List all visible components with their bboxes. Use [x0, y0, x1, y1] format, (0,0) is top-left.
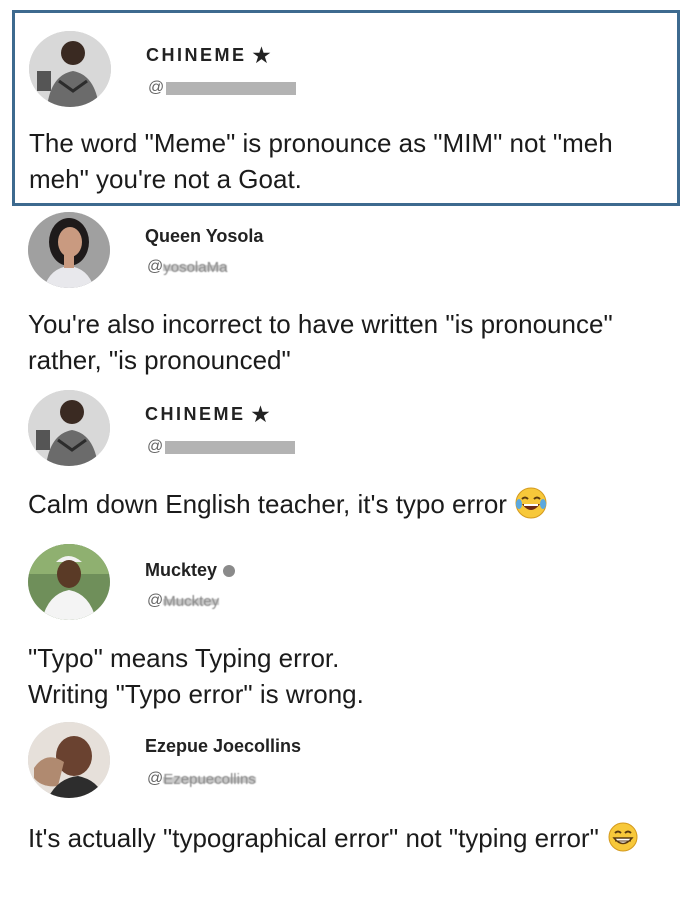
- user-handle[interactable]: @ Ezepuecollins: [147, 770, 256, 788]
- man-white-cap-avatar-icon[interactable]: [28, 544, 110, 620]
- online-status-icon: [223, 564, 236, 577]
- star-icon: ★: [251, 404, 270, 426]
- redacted-handle: Ezepuecollins: [163, 770, 256, 788]
- username[interactable]: Ezepue Joecollins: [145, 736, 301, 757]
- comment-text: You're also incorrect to have written "i…: [28, 309, 613, 375]
- username[interactable]: CHINEME ★: [145, 402, 269, 427]
- grinning-emoji-icon: [606, 820, 640, 854]
- redacted-handle: Mucktey: [163, 592, 220, 610]
- redacted-handle: yosolaMa: [163, 258, 228, 276]
- comment-text: Calm down English teacher, it's typo err…: [28, 486, 668, 522]
- comment-post: CHINEME ★ @ Calm down English teacher, it…: [14, 388, 680, 538]
- comment-post: Ezepue Joecollins @ Ezepuecollins It's ac…: [14, 720, 680, 900]
- man-avatar-icon[interactable]: [28, 390, 110, 466]
- comment-text: "Typo" means Typing error. Writing "Typo…: [28, 643, 364, 709]
- username[interactable]: Queen Yosola: [145, 226, 263, 247]
- comment-text: The word "Meme" is pronounce as "MIM" no…: [29, 128, 613, 194]
- username[interactable]: CHINEME ★: [146, 43, 270, 68]
- redacted-handle: [166, 81, 297, 95]
- man-selfie-avatar-icon[interactable]: [28, 722, 110, 798]
- username[interactable]: Mucktey: [145, 560, 236, 581]
- comment-post: Mucktey @ Mucktey "Typo" means Typing err…: [14, 544, 680, 714]
- user-handle[interactable]: @: [148, 79, 297, 97]
- tears-of-joy-emoji-icon: [514, 486, 548, 520]
- comment-text: It's actually "typographical error" not …: [28, 820, 668, 856]
- comment-post: CHINEME ★ @ The word "Meme" is pronounce …: [12, 10, 680, 206]
- star-icon: ★: [252, 45, 271, 67]
- redacted-handle: [165, 440, 296, 454]
- woman-avatar-icon[interactable]: [28, 212, 110, 288]
- user-handle[interactable]: @ Mucktey: [147, 592, 220, 610]
- man-avatar-icon[interactable]: [29, 31, 111, 107]
- comment-post: Queen Yosola @ yosolaMa You're also incor…: [14, 210, 680, 380]
- user-handle[interactable]: @: [147, 438, 296, 456]
- user-handle[interactable]: @ yosolaMa: [147, 258, 228, 276]
